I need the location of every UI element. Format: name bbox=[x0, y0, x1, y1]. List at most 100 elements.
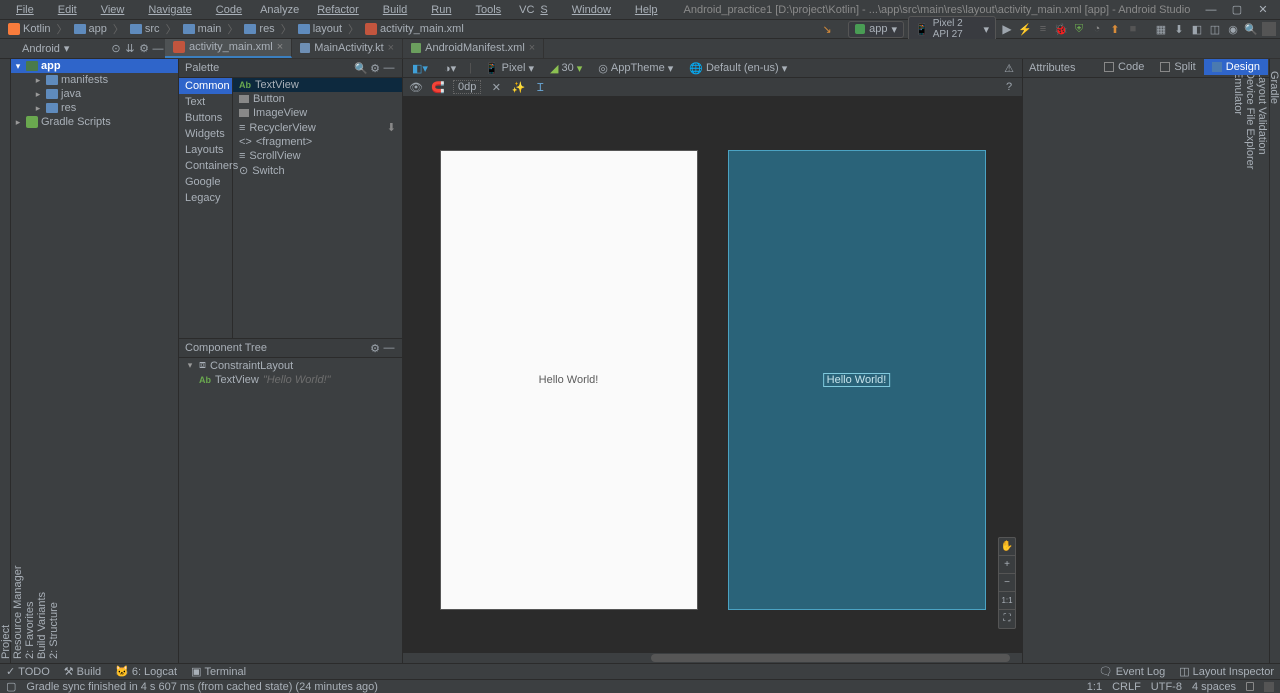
mode-split[interactable]: Split bbox=[1152, 59, 1203, 75]
pal-imageview[interactable]: ImageView bbox=[233, 106, 402, 120]
event-log[interactable]: 🗨 Event Log bbox=[1099, 665, 1166, 678]
menu-edit[interactable]: Edit bbox=[46, 2, 89, 18]
default-margin[interactable]: 0dp bbox=[453, 80, 481, 94]
zoom-fit[interactable]: ⛶ bbox=[999, 610, 1015, 628]
crumb-file[interactable]: activity_main.xml bbox=[361, 23, 468, 35]
gutter-build-variants[interactable]: Build Variants bbox=[36, 67, 48, 663]
ctree-settings-icon[interactable]: ⚙ bbox=[368, 341, 382, 355]
pan-tool[interactable]: ✋ bbox=[999, 538, 1015, 556]
menu-help[interactable]: Help bbox=[623, 2, 670, 18]
resource-manager-icon[interactable]: ◧ bbox=[1190, 22, 1204, 36]
warnings-icon[interactable]: ⚠ bbox=[1002, 61, 1016, 75]
crumb-src[interactable]: src bbox=[126, 23, 164, 35]
design-canvas[interactable]: Hello World! Hello World! ✋ + − 1:1 ⛶ bbox=[403, 97, 1022, 663]
crumb-res[interactable]: res bbox=[240, 23, 278, 35]
menu-window[interactable]: Window bbox=[560, 2, 623, 18]
orientation-toggle[interactable]: ◑▾ bbox=[441, 62, 459, 75]
api-selector[interactable]: ◢30▾ bbox=[547, 62, 585, 75]
tool-build[interactable]: ⚒Build bbox=[64, 665, 101, 678]
autoconnect-icon[interactable]: 🧲 bbox=[431, 80, 445, 94]
menu-file[interactable]: File bbox=[4, 2, 46, 18]
tab-mainactivity[interactable]: MainActivity.kt× bbox=[292, 39, 403, 58]
coverage-icon[interactable]: ⛨ bbox=[1072, 22, 1086, 36]
cat-containers[interactable]: Containers bbox=[179, 158, 232, 174]
layout-inspector[interactable]: ◫ Layout Inspector bbox=[1179, 665, 1274, 678]
stop-button[interactable]: ■ bbox=[1126, 22, 1140, 36]
horizontal-scrollbar[interactable] bbox=[403, 653, 1022, 663]
tool-terminal[interactable]: ▣Terminal bbox=[191, 665, 246, 678]
tree-settings-icon[interactable]: ⚙ bbox=[137, 42, 151, 56]
debug-button[interactable]: 🐞 bbox=[1054, 22, 1068, 36]
search-everywhere-icon[interactable]: 🔍 bbox=[1244, 22, 1258, 36]
menu-run[interactable]: Run bbox=[419, 2, 463, 18]
gutter-emulator[interactable]: Emulator bbox=[1232, 67, 1244, 663]
collapse-all-icon[interactable]: ⇊ bbox=[123, 42, 137, 56]
layout-inspector-icon[interactable]: ◫ bbox=[1208, 22, 1222, 36]
crumb-layout[interactable]: layout bbox=[294, 23, 346, 35]
palette-search-icon[interactable]: 🔍 bbox=[354, 61, 368, 75]
tab-manifest[interactable]: AndroidManifest.xml× bbox=[403, 39, 544, 58]
menu-refactor[interactable]: Refactor bbox=[305, 2, 371, 18]
locale-selector[interactable]: 🌐Default (en-us)▾ bbox=[686, 62, 790, 75]
pal-recyclerview[interactable]: ≡RecyclerView⬇ bbox=[233, 120, 402, 135]
apply-code-icon[interactable]: ≡ bbox=[1036, 22, 1050, 36]
tool-logcat[interactable]: 🐱6: Logcat bbox=[115, 665, 177, 678]
ctree-textview[interactable]: AbTextView "Hello World!" bbox=[179, 373, 402, 387]
mode-design[interactable]: Design bbox=[1204, 59, 1268, 75]
close-tab-icon[interactable]: × bbox=[277, 41, 283, 53]
close-tab-icon[interactable]: × bbox=[529, 42, 535, 54]
surface-toggle[interactable]: ◧▾ bbox=[409, 62, 431, 75]
menu-vcs[interactable]: VCS bbox=[513, 2, 560, 18]
gutter-structure[interactable]: 2: Structure bbox=[48, 67, 60, 663]
clear-constraints-icon[interactable]: ✕ bbox=[489, 80, 503, 94]
help-icon[interactable]: ? bbox=[1002, 80, 1016, 94]
hide-tree-icon[interactable]: — bbox=[151, 42, 165, 56]
ctree-hide-icon[interactable]: — bbox=[382, 341, 396, 355]
run-config-dropdown[interactable]: app▾ bbox=[848, 21, 904, 38]
tool-todo[interactable]: ✓TODO bbox=[6, 665, 50, 678]
view-options-icon[interactable]: 👁 bbox=[409, 80, 423, 94]
settings-icon[interactable] bbox=[1262, 22, 1276, 36]
zoom-out[interactable]: − bbox=[999, 574, 1015, 592]
project-view-dropdown[interactable]: Android▾ bbox=[11, 41, 71, 56]
palette-hide-icon[interactable]: — bbox=[382, 61, 396, 75]
gutter-device-file-explorer[interactable]: Device File Explorer bbox=[1244, 67, 1256, 663]
apply-changes-icon[interactable]: ⚡ bbox=[1018, 22, 1032, 36]
preview-blueprint[interactable]: Hello World! bbox=[729, 151, 985, 609]
menu-analyze[interactable]: Analyze bbox=[254, 2, 305, 18]
menu-view[interactable]: View bbox=[89, 2, 137, 18]
gutter-gradle[interactable]: Gradle bbox=[1268, 67, 1280, 663]
preview-design[interactable]: Hello World! bbox=[441, 151, 697, 609]
scrollbar-thumb[interactable] bbox=[651, 654, 1010, 662]
avd-manager-icon[interactable]: ▦ bbox=[1154, 22, 1168, 36]
app-quality-icon[interactable]: ◉ bbox=[1226, 22, 1240, 36]
profiler-icon[interactable]: ◔ bbox=[1090, 22, 1104, 36]
cat-widgets[interactable]: Widgets bbox=[179, 126, 232, 142]
select-opened-file-icon[interactable]: ⊙ bbox=[109, 42, 123, 56]
zoom-actual[interactable]: 1:1 bbox=[999, 592, 1015, 610]
cat-text[interactable]: Text bbox=[179, 94, 232, 110]
cat-layouts[interactable]: Layouts bbox=[179, 142, 232, 158]
menu-tools[interactable]: Tools bbox=[463, 2, 513, 18]
menu-build[interactable]: Build bbox=[371, 2, 419, 18]
gutter-resource-manager[interactable]: Resource Manager bbox=[12, 67, 24, 663]
ide-status-indicator[interactable] bbox=[1264, 682, 1274, 692]
menu-code[interactable]: Code bbox=[204, 2, 254, 18]
crumb-app[interactable]: app bbox=[70, 23, 111, 35]
zoom-in[interactable]: + bbox=[999, 556, 1015, 574]
guideline-icon[interactable]: Ɪ bbox=[533, 80, 547, 94]
pal-textview[interactable]: AbTextView bbox=[233, 78, 402, 92]
download-icon[interactable]: ⬇ bbox=[387, 121, 396, 134]
run-button[interactable]: ▶ bbox=[1000, 22, 1014, 36]
palette-settings-icon[interactable]: ⚙ bbox=[368, 61, 382, 75]
infer-constraints-icon[interactable]: ✨ bbox=[511, 80, 525, 94]
pal-scrollview[interactable]: ≡ScrollView bbox=[233, 149, 402, 163]
cat-common[interactable]: Common bbox=[179, 78, 232, 94]
menu-navigate[interactable]: Navigate bbox=[136, 2, 203, 18]
gutter-project[interactable]: Project bbox=[0, 67, 12, 663]
gutter-favorites[interactable]: 2: Favorites bbox=[24, 67, 36, 663]
gutter-layout-validation[interactable]: Layout Validation bbox=[1256, 67, 1268, 663]
pal-switch[interactable]: ⊙Switch bbox=[233, 163, 402, 178]
close-tab-icon[interactable]: × bbox=[388, 42, 394, 54]
theme-selector[interactable]: ◎AppTheme▾ bbox=[595, 62, 676, 75]
